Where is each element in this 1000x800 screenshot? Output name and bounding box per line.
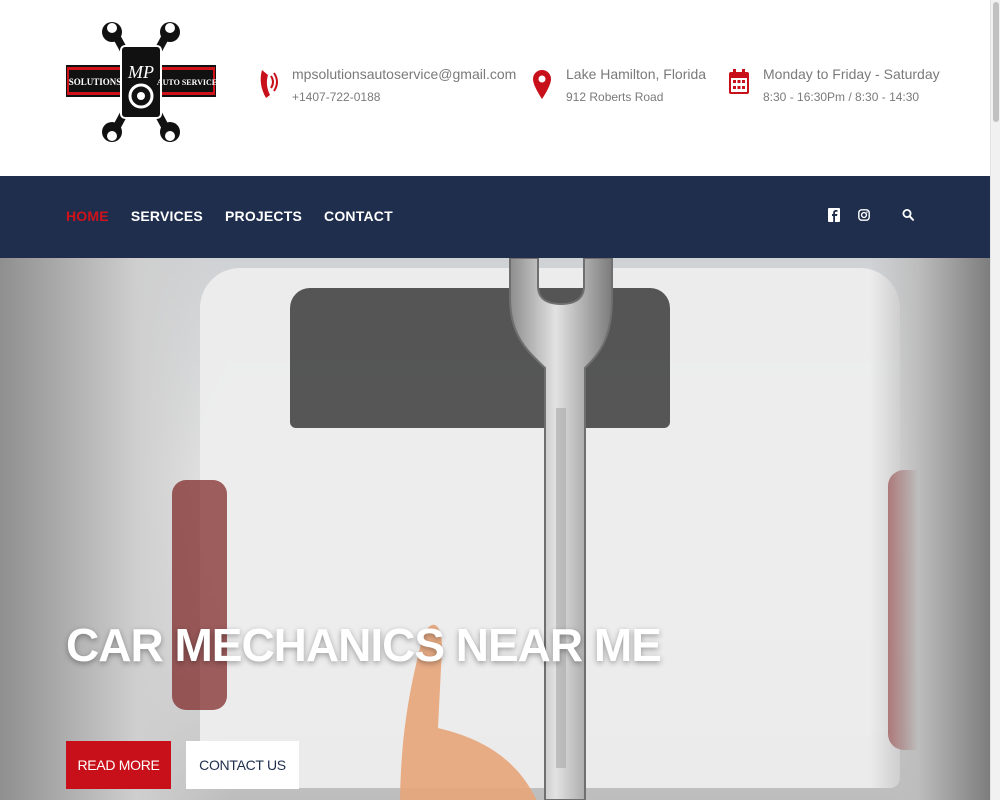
phone-icon — [260, 70, 278, 98]
logo-monogram: MP — [127, 62, 154, 82]
contact-phone[interactable]: +1407-722-0188 — [292, 88, 516, 106]
site-logo[interactable]: SOLUTIONS AUTO SERVICE MP — [65, 22, 217, 142]
nav-item-services[interactable]: SERVICES — [131, 208, 203, 224]
nav-item-contact[interactable]: CONTACT — [324, 208, 393, 224]
scrollbar-thumb[interactable] — [993, 2, 999, 122]
nav-menu: HOME SERVICES PROJECTS CONTACT — [66, 208, 393, 224]
contact-email[interactable]: mpsolutionsautoservice@gmail.com — [292, 64, 516, 84]
logo-text-left: SOLUTIONS — [69, 77, 122, 87]
search-icon[interactable] — [902, 208, 914, 222]
nav-item-projects[interactable]: PROJECTS — [225, 208, 302, 224]
logo-graphic: SOLUTIONS AUTO SERVICE MP — [65, 22, 217, 142]
hours-days: Monday to Friday - Saturday — [763, 66, 940, 82]
hero-background-right — [870, 258, 990, 800]
logo-text-right: AUTO SERVICE — [157, 78, 216, 87]
location-city: Lake Hamilton, Florida — [566, 66, 707, 82]
hero-taillight-left — [172, 480, 227, 710]
nav-item-home[interactable]: HOME — [66, 208, 109, 224]
main-nav: HOME SERVICES PROJECTS CONTACT — [0, 176, 990, 258]
hero-title: CAR MECHANICS NEAR ME — [66, 619, 662, 671]
page-scrollbar[interactable] — [990, 0, 1000, 800]
location-street: 912 Roberts Road — [566, 90, 664, 104]
hero-banner: CAR MECHANICS NEAR ME READ MORE CONTACT … — [0, 258, 990, 800]
facebook-icon[interactable] — [828, 208, 840, 222]
read-more-button[interactable]: READ MORE — [66, 741, 171, 789]
hours-times: 8:30 - 16:30Pm / 8:30 - 14:30 — [763, 90, 920, 104]
hours-info: Monday to Friday - Saturday 8:30 - 16:30… — [727, 64, 940, 106]
location-info: Lake Hamilton, Florida 912 Roberts Road — [530, 64, 706, 106]
nav-icons — [828, 208, 914, 222]
calendar-icon — [729, 69, 749, 94]
contact-info: mpsolutionsautoservice@gmail.com +1407-7… — [256, 64, 516, 106]
instagram-icon[interactable] — [858, 208, 870, 222]
hero-wrench-image — [509, 258, 613, 800]
map-pin-icon — [533, 70, 551, 99]
top-header: SOLUTIONS AUTO SERVICE MP mpsolutionsaut… — [0, 0, 990, 176]
contact-us-button[interactable]: CONTACT US — [186, 741, 299, 789]
